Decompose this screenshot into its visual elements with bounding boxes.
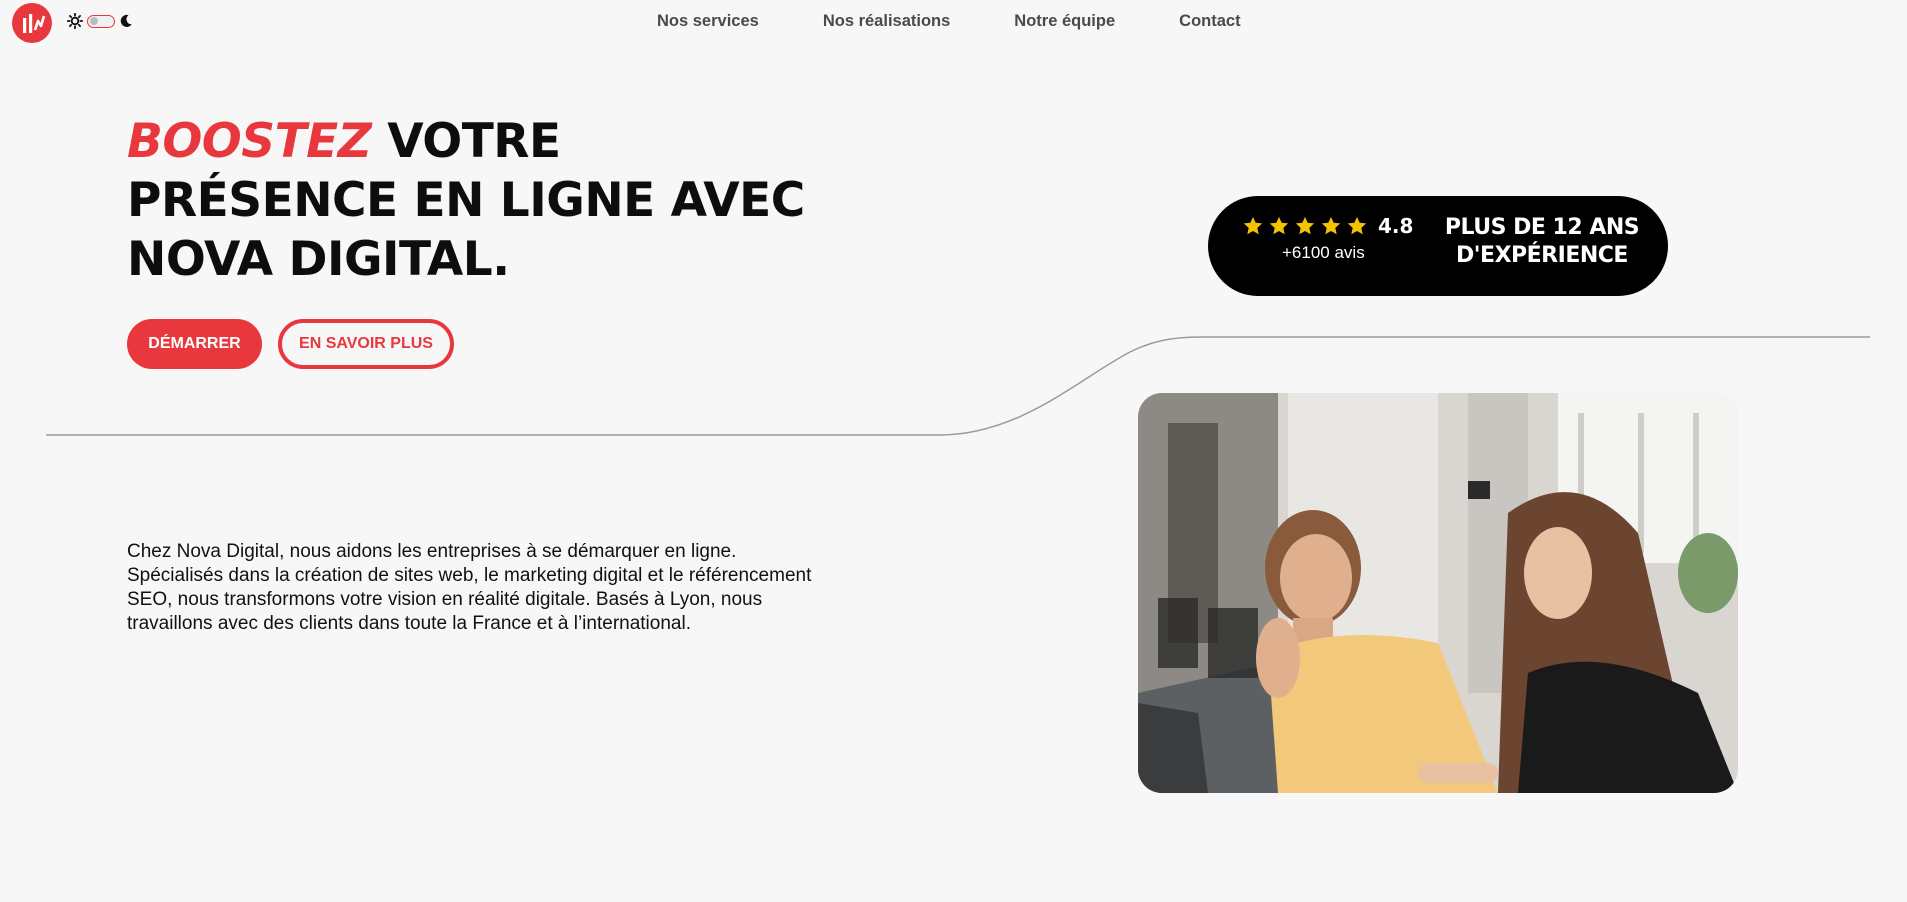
nav-item-contact[interactable]: Contact [1179,12,1240,31]
logo[interactable] [12,3,52,43]
theme-toggle[interactable] [67,13,133,29]
learn-more-button[interactable]: EN SAVOIR PLUS [278,319,454,369]
star-icon [1347,216,1367,235]
rating-badge: 4.8 +6100 avis PLUS DE 12 ANS D'EXPÉRIEN… [1208,196,1668,296]
main-nav: Nos services Nos réalisations Notre équi… [657,12,1305,31]
hero-title: BOOSTEZ VOTRE PRÉSENCE EN LIGNE AVEC NOV… [127,112,827,289]
star-icon [1295,216,1315,235]
experience-label: PLUS DE 12 ANS D'EXPÉRIENCE [1444,215,1640,268]
star-icon [1243,216,1263,235]
theme-switch-knob [90,17,98,25]
nav-item-services[interactable]: Nos services [657,12,759,31]
moon-icon [120,14,132,27]
intro-paragraph: Chez Nova Digital, nous aidons les entre… [127,541,812,634]
sun-icon [67,13,83,29]
hero-title-accent: BOOSTEZ [127,114,372,169]
theme-switch[interactable] [87,14,115,28]
nav-item-equipe[interactable]: Notre équipe [1014,12,1115,31]
team-photo-image [1138,393,1738,793]
star-icon [1269,216,1289,235]
stars-row: 4.8 [1242,214,1422,238]
logo-mark-icon [23,14,46,33]
page: Nos services Nos réalisations Notre équi… [0,0,1907,902]
rating-block: 4.8 +6100 avis [1242,214,1422,263]
star-icon [1321,216,1341,235]
team-photo [1138,393,1738,793]
rating-value: 4.8 [1378,214,1414,238]
reviews-count: +6100 avis [1282,243,1365,262]
nav-item-realisations[interactable]: Nos réalisations [823,12,950,31]
start-button[interactable]: DÉMARRER [127,319,262,369]
